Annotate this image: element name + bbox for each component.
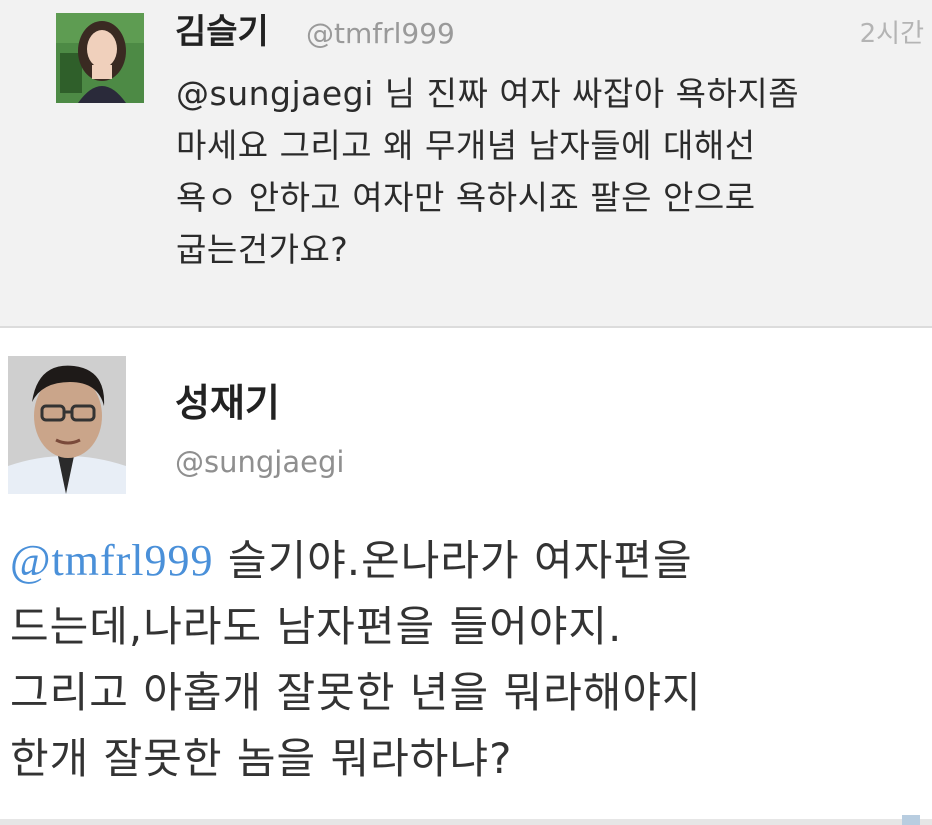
scrollbar-thumb[interactable]: [902, 815, 920, 825]
reply-timestamp: 2시간: [859, 19, 924, 49]
profile-photo-icon: [8, 356, 126, 494]
main-tweet[interactable]: 성재기 @sungjaegi @tmfrl999 슬기야.온나라가 여자편을 드…: [0, 328, 932, 825]
main-tweet-text: @tmfrl999 슬기야.온나라가 여자편을 드는데,나라도 남자편을 들어야…: [10, 528, 922, 792]
divider: [0, 819, 932, 825]
reply-author-handle[interactable]: @tmfrl999: [306, 14, 455, 54]
avatar[interactable]: [8, 356, 126, 494]
reply-text-line: @sungjaegi 님 진짜 여자 싸잡아 욕하지좀: [176, 74, 800, 113]
reply-text-line: 욕ㅇ 안하고 여자만 욕하시죠 팔은 안으로: [176, 178, 756, 217]
profile-photo-icon: [56, 13, 144, 103]
reply-tweet-text: @sungjaegi 님 진짜 여자 싸잡아 욕하지좀 마세요 그리고 왜 무개…: [176, 68, 921, 276]
main-text-line: 드는데,나라도 남자편을 들어야지.: [10, 602, 623, 651]
main-mention-link[interactable]: @tmfrl999: [10, 536, 214, 585]
reply-author-name[interactable]: 김슬기: [175, 10, 269, 54]
reply-text-line: 마세요 그리고 왜 무개념 남자들에 대해선: [176, 126, 756, 165]
main-text-line: 한개 잘못한 놈을 뭐라하냐?: [10, 734, 513, 783]
main-text-line: @tmfrl999 슬기야.온나라가 여자편을: [10, 536, 693, 585]
reply-text-line: 굽는건가요?: [176, 230, 349, 269]
avatar[interactable]: [56, 13, 144, 103]
reply-tweet[interactable]: 김슬기 @tmfrl999 2시간 @sungjaegi 님 진짜 여자 싸잡아…: [0, 0, 932, 328]
main-author-handle[interactable]: @sungjaegi: [175, 442, 344, 482]
reply-mention-link[interactable]: @sungjaegi: [176, 74, 374, 113]
main-text-line: 그리고 아홉개 잘못한 년을 뭐라해야지: [10, 668, 702, 717]
main-author-name[interactable]: 성재기: [175, 380, 280, 426]
